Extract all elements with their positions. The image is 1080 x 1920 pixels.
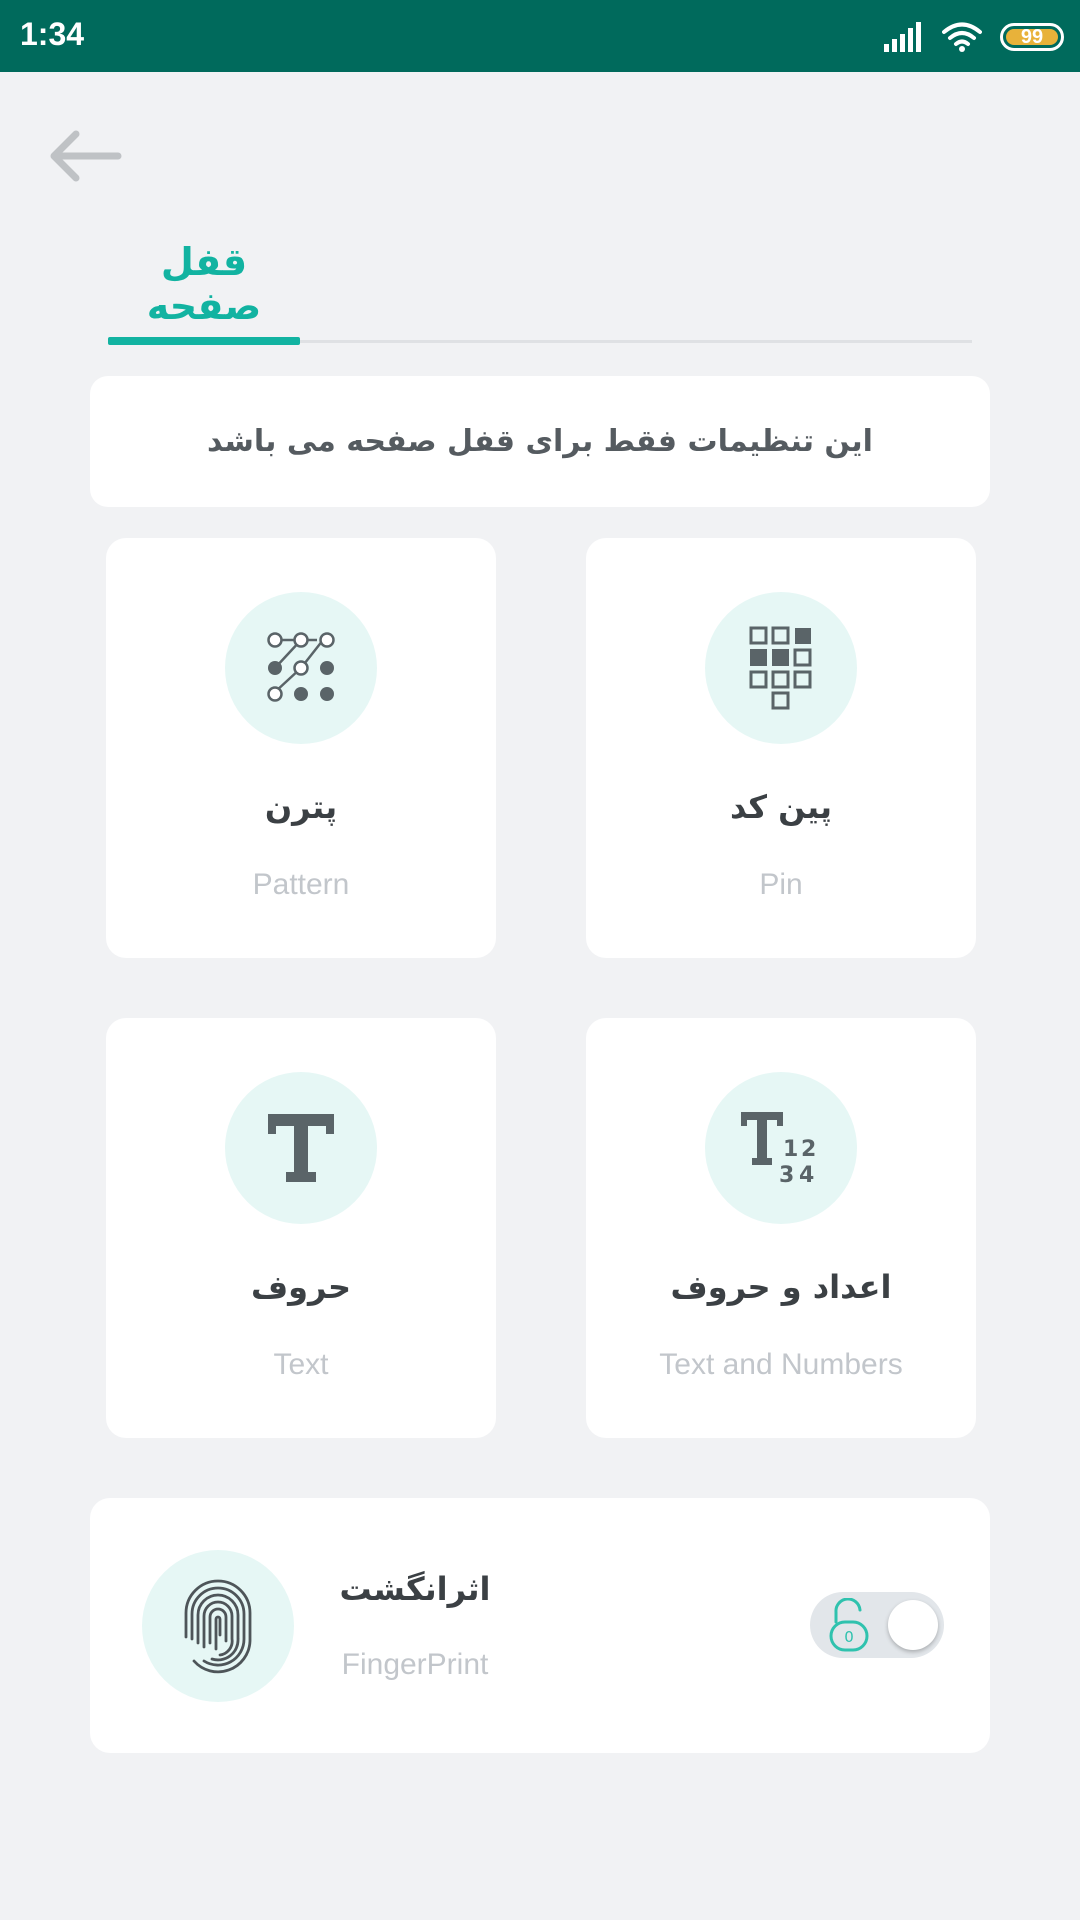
pattern-icon <box>267 632 335 702</box>
tab-screen-lock[interactable]: قفل صفحه <box>108 240 300 328</box>
option-title: پین کد <box>729 788 833 826</box>
option-title: حروف <box>250 1268 352 1306</box>
info-card: این تنظیمات فقط برای قفل صفحه می باشد <box>90 376 990 507</box>
tab-indicator <box>108 337 300 345</box>
toggle-knob[interactable] <box>888 1600 938 1650</box>
battery-level: 99 <box>1020 25 1044 48</box>
option-icon-circle <box>225 1072 377 1224</box>
fingerprint-icon-circle <box>142 1550 294 1702</box>
fingerprint-toggle[interactable]: 0 <box>810 1592 944 1658</box>
svg-text:1: 1 <box>783 1137 798 1162</box>
option-subtitle: Text and Numbers <box>659 1348 903 1381</box>
lock-digit: 0 <box>844 1628 854 1646</box>
option-subtitle: Pin <box>759 868 803 901</box>
svg-text:2: 2 <box>801 1137 816 1162</box>
option-text-numbers[interactable]: 1 2 3 4 اعداد و حروف Text and Numbers <box>586 1018 976 1438</box>
option-title: پترن <box>264 788 338 826</box>
fingerprint-title: اثرانگشت <box>339 1570 491 1608</box>
svg-text:4: 4 <box>799 1163 814 1186</box>
back-button[interactable] <box>44 126 124 186</box>
option-subtitle: Pattern <box>252 868 350 901</box>
option-text[interactable]: حروف Text <box>106 1018 496 1438</box>
arrow-left-icon <box>50 130 122 182</box>
svg-text:3: 3 <box>779 1163 794 1186</box>
option-pin[interactable]: پین کد Pin <box>586 538 976 958</box>
unlocked-lock-icon: 0 <box>829 1598 869 1652</box>
status-time: 1:34 <box>20 16 85 52</box>
status-icons: 99 <box>884 18 1064 56</box>
option-icon-circle <box>705 592 857 744</box>
signal-icon <box>884 22 921 52</box>
fingerprint-icon <box>184 1579 252 1674</box>
fingerprint-card: اثرانگشت FingerPrint 0 <box>90 1498 990 1753</box>
text-numbers-icon: 1 2 3 4 <box>741 1112 816 1186</box>
option-icon-circle <box>225 592 377 744</box>
option-title: اعداد و حروف <box>670 1268 892 1306</box>
pin-keypad-icon <box>749 626 812 710</box>
text-icon <box>268 1114 334 1182</box>
fingerprint-subtitle: FingerPrint <box>341 1648 489 1681</box>
wifi-icon <box>942 22 982 52</box>
info-text: این تنظیمات فقط برای قفل صفحه می باشد <box>207 424 873 459</box>
option-icon-circle: 1 2 3 4 <box>705 1072 857 1224</box>
status-bar: 1:34 99 <box>0 0 1080 72</box>
battery-icon: 99 <box>1000 23 1064 51</box>
option-pattern[interactable]: پترن Pattern <box>106 538 496 958</box>
option-subtitle: Text <box>273 1348 329 1381</box>
